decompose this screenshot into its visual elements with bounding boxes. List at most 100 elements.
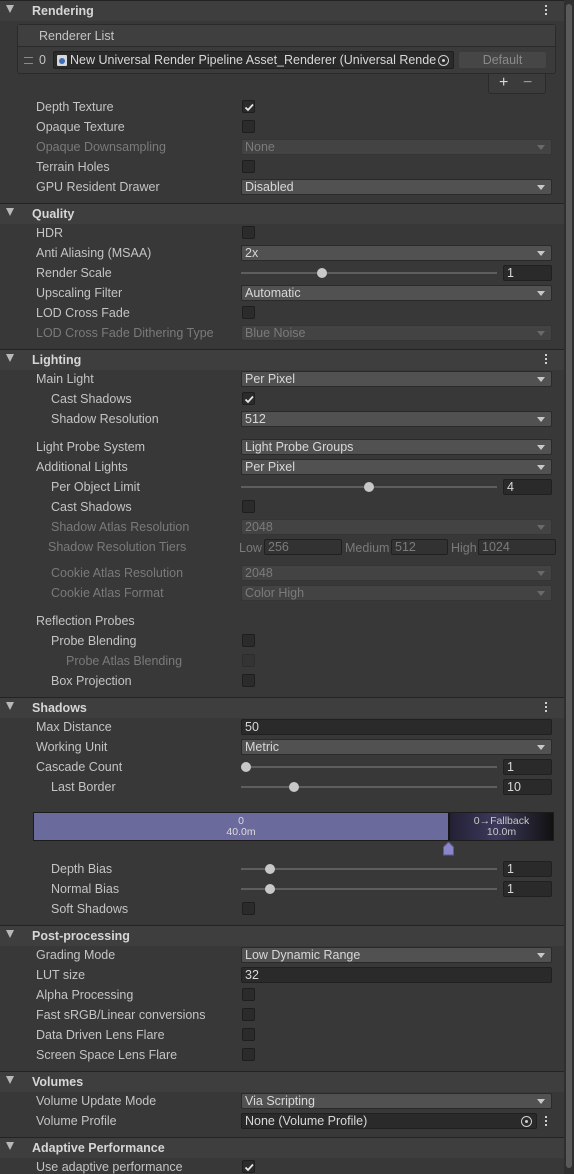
probe-blending-checkbox[interactable] [242,634,255,647]
foldout-arrow-icon[interactable] [6,1076,14,1084]
working-unit-dropdown[interactable]: Metric [241,739,552,755]
field-value: 1 [507,266,514,280]
render-scale-field[interactable]: 1 [503,265,552,281]
data-driven-lens-flare-checkbox[interactable] [242,1028,255,1041]
foldout-arrow-icon[interactable] [6,1142,14,1150]
opaque-texture-checkbox[interactable] [242,120,255,133]
renderer-list-label: Renderer List [39,29,115,43]
cascade-0-region[interactable]: 0 40.0m [34,813,448,840]
scrollbar-thumb[interactable] [566,4,572,1168]
render-scale-label: Render Scale [36,266,112,280]
light-probe-system-dropdown[interactable]: Light Probe Groups [241,439,552,455]
renderer-object-field[interactable]: New Universal Render Pipeline Asset_Rend… [53,51,454,69]
chevron-down-icon [537,1099,545,1104]
dropdown-value: Metric [245,740,280,754]
normal-bias-field[interactable]: 1 [503,881,552,897]
upscaling-filter-dropdown[interactable]: Automatic [241,285,552,301]
depth-bias-slider-handle[interactable] [265,864,275,874]
volume-profile-label: Volume Profile [36,1114,117,1128]
main-cast-shadows-checkbox[interactable] [242,392,255,405]
foldout-arrow-icon[interactable] [6,354,14,362]
normal-bias-slider-handle[interactable] [265,884,275,894]
section-header-rendering[interactable]: Rendering [0,0,564,21]
per-object-limit-slider-handle[interactable] [364,482,374,492]
light-probe-system-label: Light Probe System [36,440,146,454]
shadow-resolution-label: Shadow Resolution [51,412,159,426]
renderer-index: 0 [39,53,46,67]
chevron-down-icon [537,525,545,530]
field-value: 1024 [482,540,510,554]
per-object-limit-field[interactable]: 4 [503,479,552,495]
chevron-down-icon [537,745,545,750]
soft-shadows-checkbox[interactable] [242,902,255,915]
additional-cast-shadows-checkbox[interactable] [242,500,255,513]
render-scale-slider-track[interactable] [241,272,497,274]
last-border-slider-handle[interactable] [289,782,299,792]
shadow-resolution-dropdown[interactable]: 512 [241,411,552,427]
section-header-lighting[interactable]: Lighting [0,349,564,370]
tier-medium-label: Medium [345,541,390,555]
terrain-holes-checkbox[interactable] [242,160,255,173]
kebab-menu-icon[interactable] [542,700,550,714]
grading-mode-label: Grading Mode [36,948,116,962]
volume-update-mode-dropdown[interactable]: Via Scripting [241,1093,552,1109]
alpha-processing-checkbox[interactable] [242,988,255,1001]
data-driven-lens-flare-label: Data Driven Lens Flare [36,1028,165,1042]
object-picker-icon[interactable] [438,55,449,66]
cascade-count-slider-track[interactable] [241,766,497,768]
volume-update-mode-label: Volume Update Mode [36,1094,157,1108]
shadow-resolution-tiers-label: Shadow Resolution Tiers [48,540,187,554]
additional-lights-dropdown[interactable]: Per Pixel [241,459,552,475]
lut-size-field[interactable]: 32 [241,967,552,983]
last-border-field[interactable]: 10 [503,779,552,795]
reflection-probes-label: Reflection Probes [36,614,135,628]
dropdown-value: Via Scripting [245,1094,315,1108]
grading-mode-dropdown[interactable]: Low Dynamic Range [241,947,552,963]
lod-cross-fade-checkbox[interactable] [242,306,255,319]
main-light-dropdown[interactable]: Per Pixel [241,371,552,387]
foldout-arrow-icon[interactable] [6,702,14,710]
normal-bias-slider-track[interactable] [241,888,497,890]
hdr-checkbox[interactable] [242,226,255,239]
foldout-arrow-icon[interactable] [6,5,14,13]
foldout-arrow-icon[interactable] [6,930,14,938]
kebab-menu-icon[interactable] [542,352,550,366]
section-header-post-processing[interactable]: Post-processing [0,925,564,946]
vertical-scrollbar[interactable] [564,0,574,1174]
box-projection-checkbox[interactable] [242,674,255,687]
dropdown-value: Automatic [245,286,301,300]
max-distance-field[interactable]: 50 [241,719,552,735]
depth-bias-field[interactable]: 1 [503,861,552,877]
add-element-button[interactable]: + [499,74,508,92]
cascade-count-field[interactable]: 1 [503,759,552,775]
screen-space-lens-flare-checkbox[interactable] [242,1048,255,1061]
volume-profile-kebab-icon[interactable] [542,1115,550,1129]
fallback-distance: 10.0m [486,826,517,838]
last-border-slider-track[interactable] [241,786,497,788]
fast-srgb-checkbox[interactable] [242,1008,255,1021]
cascade-handle-icon[interactable] [443,842,454,856]
render-scale-slider-handle[interactable] [317,268,327,278]
chevron-down-icon [537,331,545,336]
remove-element-button[interactable]: − [523,74,532,92]
foldout-arrow-icon[interactable] [6,208,14,216]
cascade-count-slider-handle[interactable] [241,762,251,772]
object-picker-icon[interactable] [521,1116,532,1127]
terrain-holes-label: Terrain Holes [36,160,110,174]
lod-dither-label: LOD Cross Fade Dithering Type [36,326,214,340]
field-value: 4 [507,480,514,494]
depth-bias-slider-track[interactable] [241,868,497,870]
section-header-volumes[interactable]: Volumes [0,1071,564,1092]
volume-profile-field[interactable]: None (Volume Profile) [241,1113,537,1129]
section-header-shadows[interactable]: Shadows [0,697,564,718]
section-header-quality[interactable]: Quality [0,203,564,224]
depth-texture-checkbox[interactable] [242,100,255,113]
use-adaptive-performance-checkbox[interactable] [242,1160,255,1173]
anti-aliasing-dropdown[interactable]: 2x [241,245,552,261]
main-cast-shadows-label: Cast Shadows [51,392,132,406]
drag-handle-icon[interactable] [24,57,33,64]
kebab-menu-icon[interactable] [542,3,550,17]
default-button[interactable]: Default [459,52,546,68]
section-header-adaptive-performance[interactable]: Adaptive Performance [0,1137,564,1158]
gpu-resident-drawer-dropdown[interactable]: Disabled [241,179,552,195]
